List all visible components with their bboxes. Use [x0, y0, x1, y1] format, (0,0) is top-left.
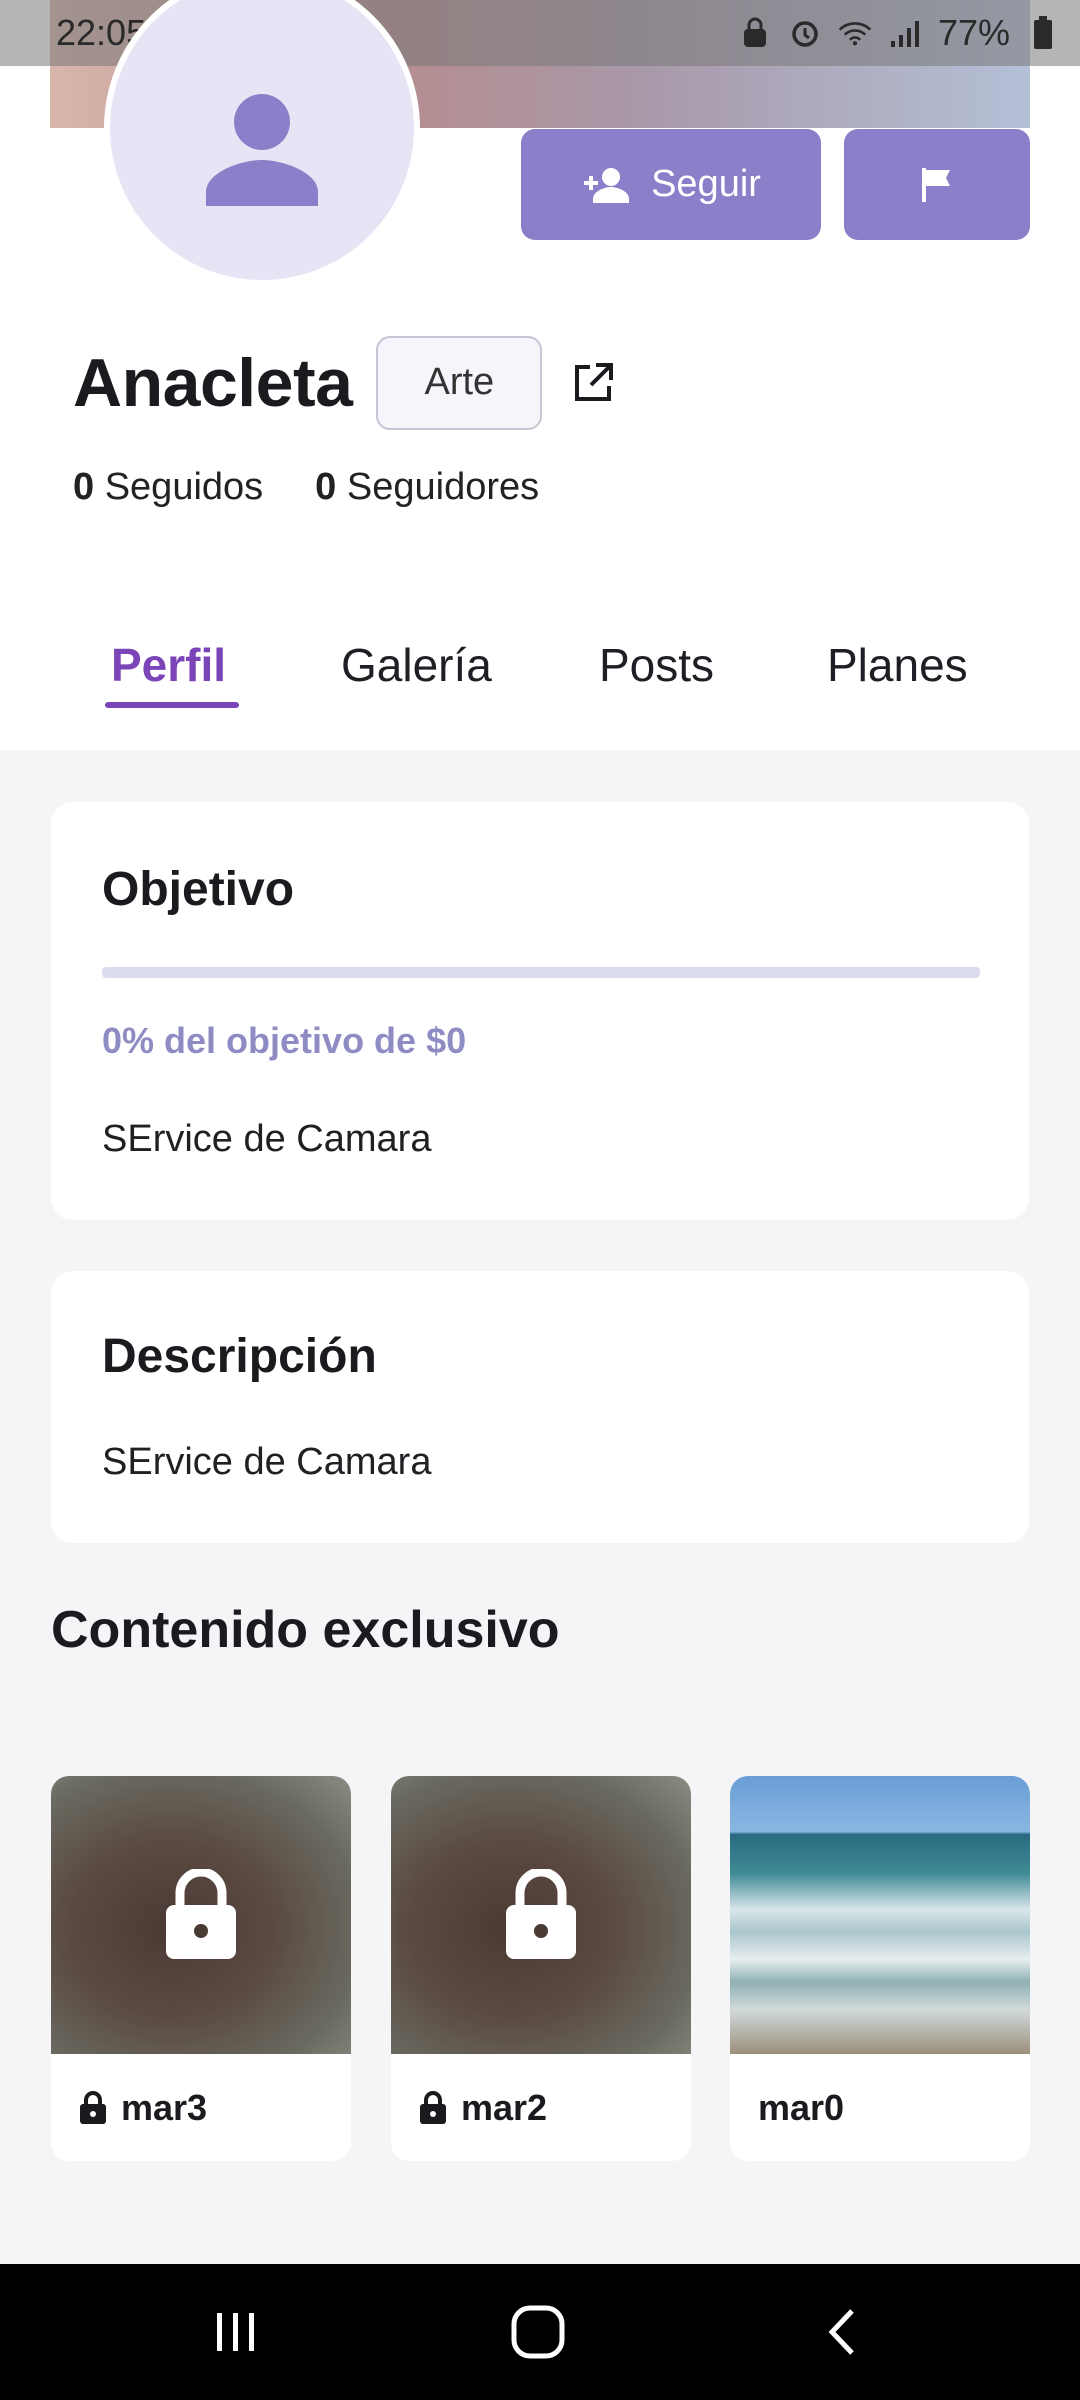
profile-name-row: Anacleta Arte [73, 335, 618, 430]
followers-stat[interactable]: 0 Seguidores [315, 466, 539, 509]
tab-galeria[interactable]: Galería [341, 620, 492, 710]
following-stat[interactable]: 0 Seguidos [73, 466, 263, 509]
locked-thumbnail [391, 1776, 691, 2054]
lock-icon [504, 1869, 578, 1961]
lock-icon [164, 1869, 238, 1961]
content-card-footer: mar2 [391, 2054, 691, 2161]
tab-posts[interactable]: Posts [599, 620, 714, 710]
content-title: mar3 [121, 2086, 208, 2128]
profile-name: Anacleta [73, 344, 353, 421]
battery-percent: 77% [937, 12, 1010, 53]
content-card[interactable]: mar2 [391, 1776, 691, 2161]
content-card-footer: mar3 [51, 2054, 351, 2161]
exclusive-content-title: Contenido exclusivo [51, 1601, 560, 1659]
ocean-waves-thumbnail [730, 1776, 1030, 2054]
follow-label: Seguir [651, 163, 761, 205]
tab-planes[interactable]: Planes [827, 620, 968, 710]
system-navigation-bar [0, 2264, 1080, 2400]
flag-icon [918, 166, 956, 204]
description-card: Descripción SErvice de Camara [51, 1271, 1029, 1543]
followers-label: Seguidores [346, 466, 540, 508]
goal-card: Objetivo 0% del objetivo de $0 SErvice d… [51, 802, 1029, 1220]
external-link-icon[interactable] [568, 358, 618, 408]
active-tab-indicator [105, 702, 239, 708]
alarm-icon [788, 16, 822, 50]
following-label: Seguidos [104, 466, 264, 508]
locked-thumbnail [51, 1776, 351, 2054]
battery-icon [1026, 16, 1060, 50]
person-icon [206, 94, 318, 206]
description-text: SErvice de Camara [102, 1441, 432, 1483]
goal-text: SErvice de Camara [102, 1118, 432, 1160]
goal-title: Objetivo [102, 863, 295, 916]
small-lock-icon [79, 2090, 107, 2125]
goal-progress-bar [102, 967, 980, 978]
lock-status-icon [738, 16, 772, 50]
content-title: mar2 [461, 2086, 548, 2128]
profile-stats: 0 Seguidos 0 Seguidores [73, 466, 539, 509]
recent-apps-icon[interactable] [206, 2302, 266, 2362]
content-card[interactable]: mar0 [730, 1776, 1030, 2161]
profile-tabs: Perfil Galería Posts Planes [0, 620, 1080, 710]
profile-page: 22:05 77% Seguir Anacleta Arte 0 Seguido… [0, 0, 1080, 2400]
tab-perfil[interactable]: Perfil [111, 620, 226, 710]
person-add-icon [581, 165, 631, 205]
signal-icon [888, 16, 922, 50]
goal-progress-text: 0% del objetivo de $0 [102, 1020, 467, 1061]
report-button[interactable] [844, 129, 1030, 240]
wifi-icon [838, 16, 872, 50]
content-title: mar0 [758, 2086, 845, 2128]
small-lock-icon [419, 2090, 447, 2125]
back-icon[interactable] [812, 2302, 872, 2362]
description-title: Descripción [102, 1330, 377, 1383]
followers-count: 0 [315, 466, 337, 508]
follow-button[interactable]: Seguir [521, 129, 821, 240]
home-icon[interactable] [508, 2302, 568, 2362]
category-chip[interactable]: Arte [376, 335, 543, 430]
content-card[interactable]: mar3 [51, 1776, 351, 2161]
content-card-footer: mar0 [730, 2054, 1030, 2161]
status-right: 77% [738, 12, 1060, 54]
following-count: 0 [73, 466, 95, 508]
